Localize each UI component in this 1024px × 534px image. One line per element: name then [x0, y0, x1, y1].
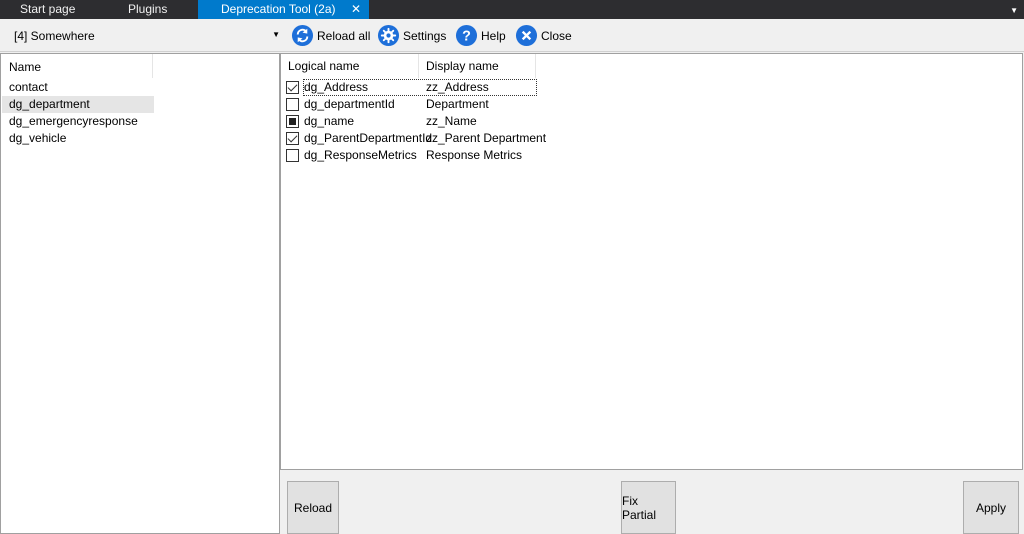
display-name-cell: Response Metrics	[426, 148, 523, 162]
document-tab-strip: Start page Plugins Deprecation Tool (2a)…	[0, 0, 1024, 19]
entity-list-header[interactable]: Name	[1, 54, 153, 78]
logical-name-column-header[interactable]: Logical name	[281, 54, 419, 78]
settings-button[interactable]: Settings	[377, 23, 446, 48]
reload-all-button[interactable]: Reload all	[291, 23, 370, 48]
tab-close-icon[interactable]: ✕	[351, 0, 361, 19]
row-checkbox[interactable]	[286, 81, 299, 94]
settings-label: Settings	[403, 28, 447, 43]
tab-label: Start page	[20, 2, 76, 16]
tab-label: Plugins	[128, 2, 168, 16]
logical-name-cell: dg_ResponseMetrics	[304, 148, 417, 162]
dropdown-arrow-icon: ▼	[272, 30, 280, 39]
display-name-column-header[interactable]: Display name	[419, 54, 536, 78]
display-name-cell: Department	[426, 97, 489, 111]
entity-list[interactable]: Name contact dg_department dg_emergencyr…	[0, 53, 280, 534]
toolbar: [4] Somewhere ▼ Reload all Settings ? He…	[0, 19, 1024, 52]
chevron-down-icon[interactable]: ▼	[1010, 0, 1018, 19]
entity-item-dg-emergencyresponse[interactable]: dg_emergencyresponse	[2, 113, 154, 130]
environment-select[interactable]: [4] Somewhere ▼	[8, 25, 284, 46]
action-bar: Reload Fix Partial Apply	[280, 470, 1024, 534]
entity-item-dg-vehicle[interactable]: dg_vehicle	[2, 130, 154, 147]
gear-icon	[377, 24, 400, 47]
display-name-cell: zz_Parent Department	[426, 131, 547, 145]
tab-label: Deprecation Tool (2a)	[221, 2, 336, 16]
row-checkbox[interactable]	[286, 115, 299, 128]
refresh-icon	[291, 24, 314, 47]
reload-button[interactable]: Reload	[287, 481, 339, 534]
logical-name-cell: dg_name	[304, 114, 355, 128]
help-icon: ?	[455, 24, 478, 47]
close-icon	[515, 24, 538, 47]
tab-deprecation-tool[interactable]: Deprecation Tool (2a) ✕	[198, 0, 369, 19]
entity-item-contact[interactable]: contact	[2, 79, 154, 96]
tab-plugins[interactable]: Plugins	[103, 0, 198, 19]
help-label: Help	[481, 28, 506, 43]
row-checkbox[interactable]	[286, 98, 299, 111]
help-button[interactable]: ? Help	[455, 23, 506, 48]
row-checkbox[interactable]	[286, 132, 299, 145]
entity-item-dg-department[interactable]: dg_department	[2, 96, 154, 113]
name-column-header: Name	[9, 60, 42, 74]
close-button[interactable]: Close	[515, 23, 572, 48]
environment-value: [4] Somewhere	[14, 29, 95, 43]
apply-button[interactable]: Apply	[963, 481, 1019, 534]
tab-start-page[interactable]: Start page	[0, 0, 103, 19]
reload-all-label: Reload all	[317, 28, 371, 43]
row-checkbox[interactable]	[286, 149, 299, 162]
logical-name-cell: dg_ParentDepartmentId	[304, 131, 433, 145]
fix-partial-button[interactable]: Fix Partial	[621, 481, 676, 534]
display-name-cell: zz_Name	[426, 114, 477, 128]
logical-name-cell: dg_departmentId	[304, 97, 395, 111]
svg-text:?: ?	[462, 28, 471, 44]
focus-rectangle	[303, 79, 537, 96]
attribute-list[interactable]: Logical name Display name dg_Address zz_…	[280, 53, 1023, 470]
close-label: Close	[541, 28, 572, 43]
